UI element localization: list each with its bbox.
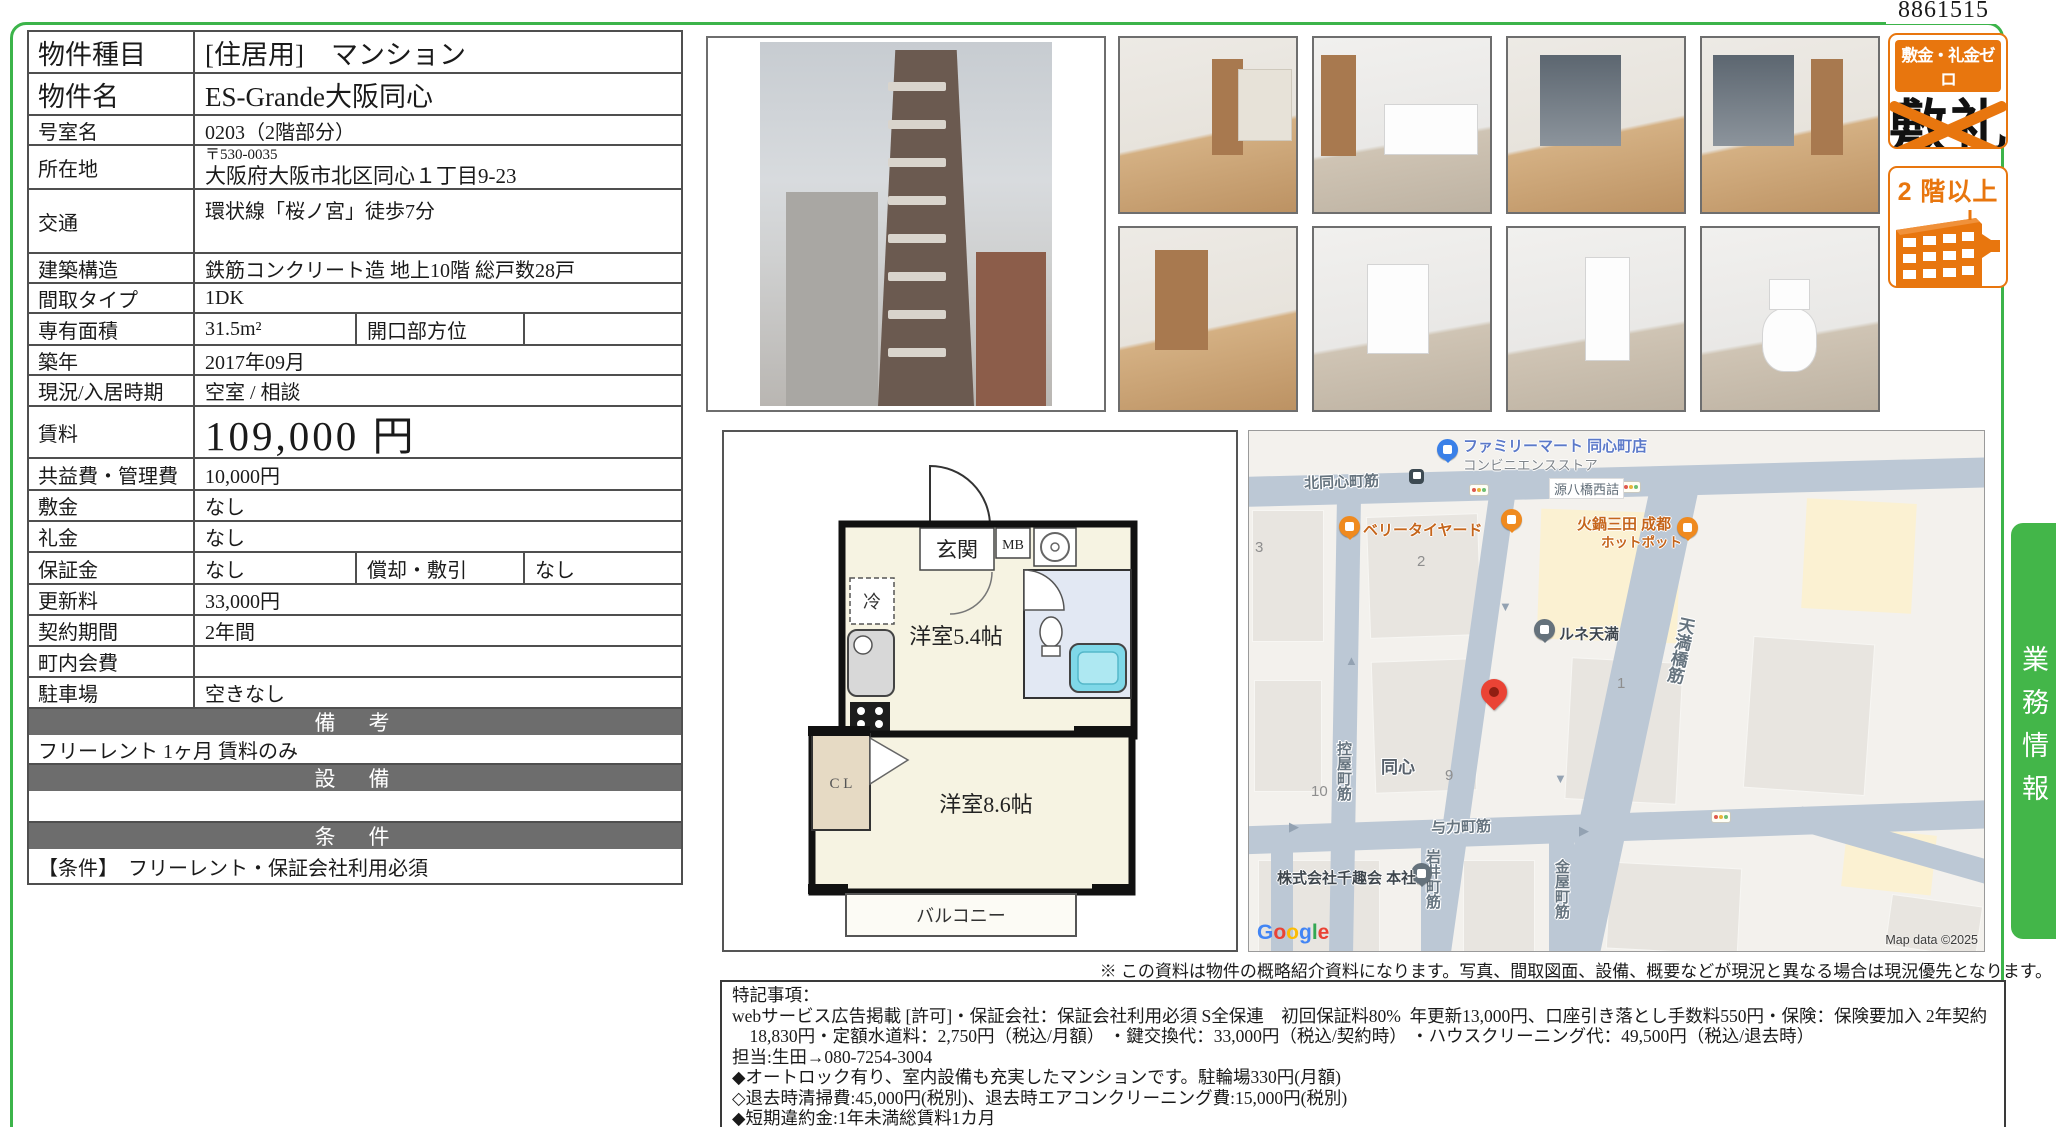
table-row-rent: 賃料109,000 円 (29, 407, 681, 459)
bus-stop-icon (1409, 469, 1424, 484)
floor-plan: 玄関 MB 冷 洋室5.4帖 C L 洋室8.6帖 (722, 430, 1238, 952)
notes-title: 特記事項： (732, 985, 1994, 1006)
floor-plan-drawing: 玄関 MB 冷 洋室5.4帖 C L 洋室8.6帖 (724, 432, 1236, 950)
block-number: 3 (1255, 539, 1263, 556)
building-photo (706, 36, 1106, 412)
label-closet: C L (830, 776, 853, 792)
section-header-notes: 備 考 (29, 709, 681, 735)
block-number: 10 (1311, 783, 1328, 800)
road-label-yoriki: 与力町筋 (1431, 815, 1492, 838)
postal-code: 〒530-0035 (205, 147, 681, 164)
map-canvas[interactable]: 北同心町筋 与力町筋 控屋町筋 岩井町筋 金屋町筋 天満橋筋 ▼ ▲ ▶ ▼ ▶… (1248, 430, 1985, 952)
road-arrow-icon: ▲ (1345, 653, 1358, 668)
table-row: 礼金なし (29, 522, 681, 553)
road-arrow-icon: ▶ (1579, 823, 1589, 839)
block-number: 2 (1417, 553, 1425, 570)
special-notes-box: 特記事項： webサービス広告掲載 [許可]・保証会社：保証会社利用必須 S全保… (720, 980, 2006, 1127)
section-header-equipment: 設 備 (29, 765, 681, 791)
document-number: 8861515 (1886, 0, 2001, 24)
road-label-kitadoshin: 北同心町筋 (1304, 470, 1380, 494)
property-sheet: 8861515 物件種目[住居用] マンション 物件名ES-Grande大阪同心… (0, 0, 2056, 1127)
label-room-a: 洋室5.4帖 (909, 624, 1003, 649)
label-room-b: 洋室8.6帖 (939, 792, 1033, 817)
notes-line: 18,830円・定額水道料：2,750円（税込/月額） ・鍵交換代：33,000… (732, 1026, 1994, 1047)
table-row: 専有面積31.5m²開口部方位 (29, 314, 681, 346)
photo-washroom (1312, 226, 1492, 412)
familymart-label: ファミリーマート 同心町店 (1463, 435, 1647, 456)
label-fridge: 冷 (863, 592, 881, 612)
road-arrow-icon: ▼ (1499, 599, 1512, 614)
table-row: 駐車場空きなし (29, 678, 681, 709)
notes-line: ◆オートロック有り、室内設備も充実したマンションです。駐輪場330円(月額) (732, 1067, 1994, 1088)
photo-toilet (1700, 226, 1880, 412)
intersection-label: 源八橋西詰 (1549, 478, 1624, 499)
table-row: 敷金なし (29, 491, 681, 522)
hotpot-sub-label: ホットポット (1601, 531, 1682, 551)
table-row: 契約期間2年間 (29, 616, 681, 647)
no-deposit-badge: 敷金・礼金ゼロ 敷 礼 (1888, 33, 2008, 149)
table-row: 保証金なし償却・敷引なし (29, 553, 681, 585)
restaurant-poi-icon (1339, 516, 1360, 537)
label-mb: MB (1002, 538, 1024, 553)
area-label-doshin: 同心 (1381, 753, 1415, 778)
table-row: 物件種目[住居用] マンション (29, 32, 681, 74)
second-floor-badge-title: 2 階以上 (1890, 172, 2006, 208)
business-info-tab[interactable]: 業務情報 (2011, 523, 2056, 939)
table-row: 更新料33,000円 (29, 585, 681, 616)
berry-label: ベリータイヤード (1363, 519, 1483, 540)
table-row: 交通環状線「桜ノ宮」徒歩7分 (29, 190, 681, 254)
notes-line: ◆短期違約金:1年未満総賃料1カ月 (732, 1108, 1994, 1127)
familymart-poi-icon (1437, 439, 1458, 460)
disclaimer-line: ※ この資料は物件の概略紹介資料になります。写真、間取図面、設備、概要などが現況… (1060, 957, 2052, 982)
no-deposit-badge-chars: 敷 礼 (1890, 97, 2006, 149)
building-illustration-icon (1890, 208, 2004, 288)
table-row: 築年2017年09月 (29, 346, 681, 376)
block-number: 9 (1445, 767, 1453, 784)
photo-kitchen-hall (1118, 36, 1298, 214)
second-floor-badge: 2 階以上 (1888, 166, 2008, 288)
table-row: 所在地〒530-0035大阪府大阪市北区同心１丁目9-23 (29, 146, 681, 190)
photo-kitchen (1312, 36, 1492, 214)
notes-row: フリーレント 1ヶ月 賃料のみ (29, 735, 681, 765)
label-genkan: 玄関 (936, 538, 978, 562)
table-row: 号室名0203（2階部分） (29, 116, 681, 146)
road-arrow-icon: ▼ (1554, 771, 1567, 786)
notes-line: 担当:生田→080-7254-3004 (732, 1047, 1994, 1068)
google-logo: Google (1257, 921, 1329, 945)
label-balcony: バルコニー (916, 906, 1006, 926)
familymart-sub-label: コンビニエンスストア (1463, 454, 1598, 474)
road-label-west: 控屋町筋 (1333, 741, 1354, 801)
photo-bedroom-closet (1118, 226, 1298, 412)
cafe-poi-icon (1501, 509, 1522, 530)
address: 大阪府大阪市北区同心１丁目9-23 (205, 164, 681, 188)
table-row: 間取タイプ1DK (29, 284, 681, 314)
notes-line: webサービス広告掲載 [許可]・保証会社：保証会社利用必須 S全保連 初回保証… (732, 1006, 1994, 1027)
rent-value: 109,000 円 (195, 407, 681, 457)
building-photo-image (760, 42, 1052, 406)
section-header-conditions: 条 件 (29, 823, 681, 849)
table-row: 共益費・管理費10,000円 (29, 459, 681, 491)
restaurant-poi-icon (1677, 517, 1698, 538)
traffic-light-icon (1711, 811, 1731, 823)
table-row: 物件名ES-Grande大阪同心 (29, 74, 681, 116)
building-poi-icon (1534, 619, 1555, 640)
table-row: 建築構造鉄筋コンクリート造 地上10階 総戸数28戸 (29, 254, 681, 284)
notes-line: ◇退去時清掃費:45,000円(税別)、退去時エアコンクリーニング費:15,00… (732, 1088, 1994, 1109)
traffic-light-icon (1469, 484, 1489, 496)
photo-living-1 (1506, 36, 1686, 214)
table-row: 町内会費 (29, 647, 681, 678)
no-deposit-badge-header: 敷金・礼金ゼロ (1895, 40, 2001, 92)
block-number: 1 (1617, 675, 1625, 692)
road-label-kanaya: 金屋町筋 (1551, 859, 1572, 919)
equipment-row (29, 791, 681, 823)
conditions-row: 【条件】 フリーレント・保証会社利用必須 (29, 849, 681, 883)
senshukai-label: 株式会社千趣会 本社 (1277, 867, 1416, 888)
lune-label: ルネ天満 (1559, 623, 1619, 644)
photo-bathroom (1506, 226, 1686, 412)
photo-living-2 (1700, 36, 1880, 214)
road-arrow-icon: ▶ (1289, 819, 1299, 835)
map-attribution: Map data ©2025 (1885, 933, 1978, 947)
property-table: 物件種目[住居用] マンション 物件名ES-Grande大阪同心 号室名0203… (27, 30, 683, 885)
